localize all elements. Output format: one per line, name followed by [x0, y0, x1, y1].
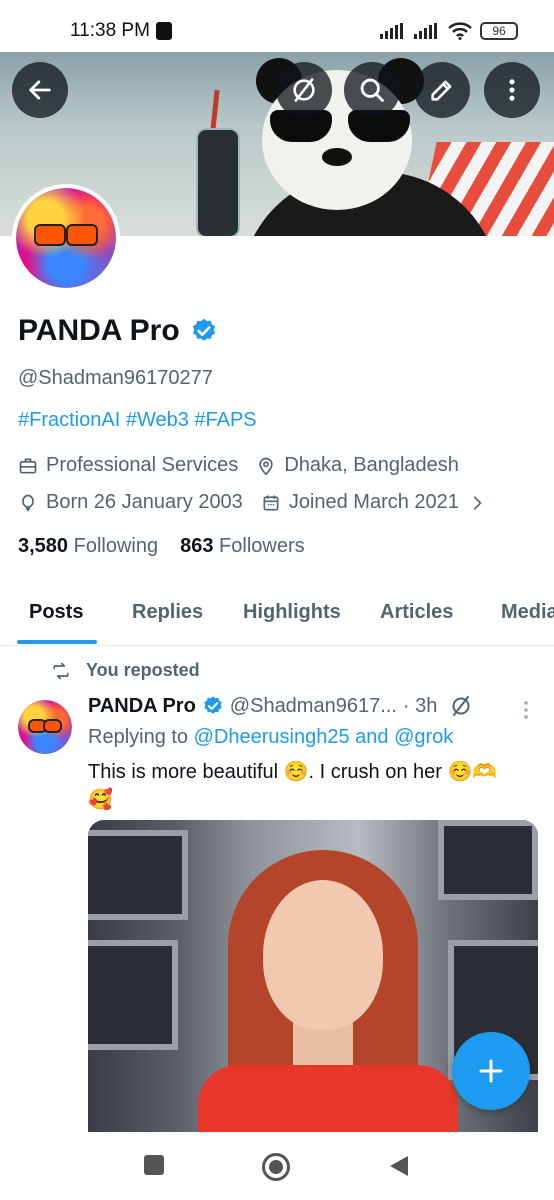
repost-label: You reposted	[86, 660, 200, 680]
profile-location: Dhaka, Bangladesh	[284, 454, 459, 476]
recents-button[interactable]	[143, 1154, 165, 1181]
more-options-button[interactable]	[484, 62, 540, 118]
search-button[interactable]	[344, 62, 400, 118]
tab-replies[interactable]: Replies	[132, 601, 203, 624]
system-navigation-bar	[0, 1132, 554, 1200]
followers-label: Followers	[219, 535, 305, 557]
edit-button[interactable]	[414, 62, 470, 118]
grok-button[interactable]	[276, 62, 332, 118]
replying-to-users[interactable]: @Dheerusingh25 and @grok	[194, 726, 454, 748]
profile-handle: @Shadman96170277	[18, 367, 213, 389]
compose-button[interactable]	[452, 1032, 530, 1110]
post-header: PANDA Pro @Shadman9617... · 3h	[88, 694, 473, 718]
calendar-icon	[261, 493, 281, 513]
chevron-right-icon[interactable]	[471, 493, 485, 513]
grok-icon[interactable]	[449, 694, 473, 718]
post-avatar-image	[18, 700, 72, 754]
avatar-image	[16, 188, 116, 288]
following-link[interactable]: 3,580 Following	[18, 535, 158, 558]
active-tab-indicator	[17, 640, 97, 644]
search-icon	[360, 78, 384, 102]
square-icon	[144, 1155, 164, 1175]
notification-icon	[156, 22, 172, 40]
arrow-left-icon	[29, 80, 51, 100]
grok-icon	[293, 78, 315, 102]
followers-link[interactable]: 863 Followers	[180, 535, 305, 558]
profile-meta-row: Professional Services Dhaka, Bangladesh	[18, 454, 459, 477]
image-subject-dress	[198, 1065, 458, 1140]
post-author-name[interactable]: PANDA Pro	[88, 695, 196, 718]
post-text-line: 🥰	[88, 789, 113, 811]
profile-bio[interactable]: #FractionAI #Web3 #FAPS	[18, 409, 257, 432]
following-label: Following	[73, 535, 159, 557]
status-bar: 11:38 PM 96	[0, 0, 554, 52]
balloon-icon	[18, 493, 38, 513]
profile-meta-row-2[interactable]: Born 26 January 2003 Joined March 2021	[18, 491, 493, 514]
profile-birthdate: Born 26 January 2003	[46, 491, 243, 513]
tab-highlights[interactable]: Highlights	[243, 601, 341, 624]
back-button[interactable]	[12, 62, 68, 118]
tab-articles[interactable]: Articles	[380, 601, 453, 624]
post-timestamp: · 3h	[402, 694, 438, 717]
profile-joined-date: Joined March 2021	[288, 491, 459, 513]
status-icons: 96	[380, 22, 518, 40]
name-row: PANDA Pro	[18, 314, 218, 348]
plus-icon	[479, 1059, 503, 1083]
post-author-avatar[interactable]	[18, 700, 72, 754]
banner-panda-nose	[322, 148, 352, 166]
banner-bottle	[196, 128, 240, 236]
profile-category: Professional Services	[46, 454, 239, 476]
verified-badge-icon	[204, 696, 222, 714]
location-pin-icon	[256, 456, 276, 476]
followers-count: 863	[180, 535, 214, 557]
wifi-icon	[448, 22, 472, 40]
post-text[interactable]: This is more beautiful ☺️. I crush on he…	[88, 758, 528, 814]
repost-icon	[53, 662, 69, 679]
post-author-handle[interactable]: @Shadman9617...	[230, 695, 397, 718]
replying-to: Replying to @Dheerusingh25 and @grok	[88, 726, 453, 749]
home-button[interactable]	[261, 1152, 291, 1187]
repost-indicator: You reposted	[50, 660, 200, 681]
briefcase-icon	[18, 456, 38, 476]
replying-prefix: Replying to	[88, 726, 189, 748]
tab-posts[interactable]: Posts	[29, 601, 83, 624]
image-subject-face	[263, 880, 383, 1030]
edit-icon	[431, 80, 452, 101]
triangle-back-icon	[390, 1156, 408, 1176]
system-back-button[interactable]	[388, 1154, 410, 1183]
battery-indicator: 96	[480, 22, 518, 40]
post-more-button[interactable]	[516, 698, 536, 727]
more-vertical-icon	[524, 701, 528, 719]
signal-icon-2	[414, 23, 437, 39]
follow-stats: 3,580 Following 863 Followers	[18, 535, 305, 558]
home-circle-icon	[262, 1153, 290, 1181]
tab-media[interactable]: Media	[501, 601, 554, 624]
profile-avatar[interactable]	[12, 184, 120, 292]
post-text-line: This is more beautiful ☺️. I crush on he…	[88, 761, 498, 783]
verified-badge-icon[interactable]	[190, 317, 218, 345]
signal-icon	[380, 23, 403, 39]
more-vertical-icon	[509, 79, 515, 101]
status-time: 11:38 PM	[70, 20, 150, 41]
display-name: PANDA Pro	[18, 314, 180, 347]
following-count: 3,580	[18, 535, 69, 557]
profile-tabs: Posts Replies Highlights Articles Media	[0, 584, 554, 646]
